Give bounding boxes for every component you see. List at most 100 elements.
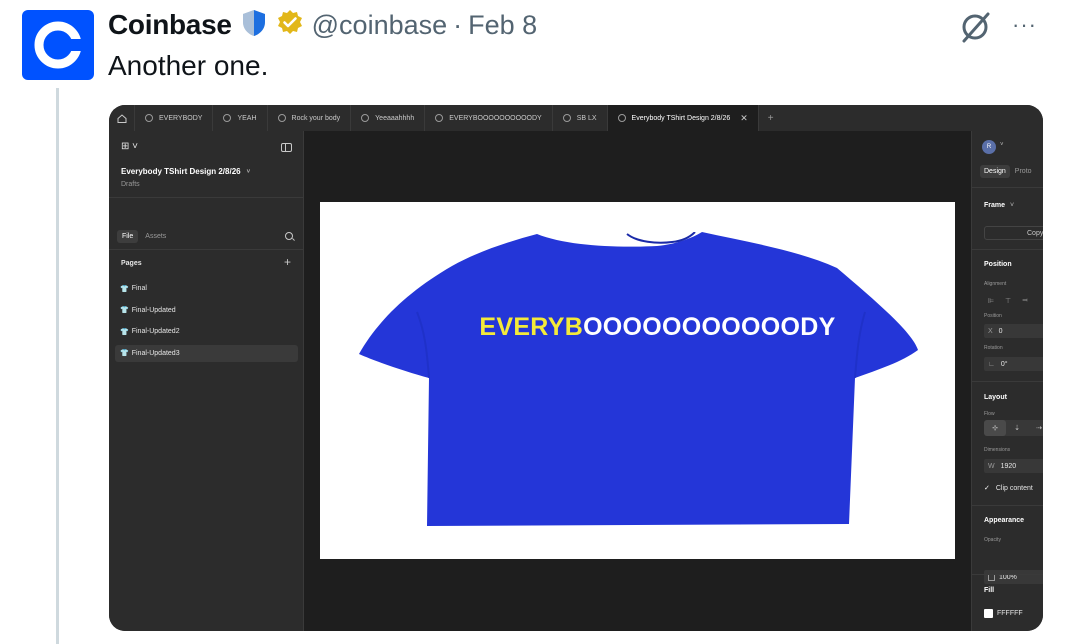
width-field[interactable]: W 1920 — [984, 459, 1043, 473]
tab-design[interactable]: Design — [980, 165, 1010, 178]
flow-label: Flow — [984, 411, 995, 417]
close-tab-icon[interactable]: ✕ — [740, 113, 748, 124]
panel-tabs: File Assets — [117, 230, 173, 243]
layers-panel: ⊞ ˅ Everybody TShirt Design 2/8/26 ˅ Dra… — [109, 131, 304, 631]
shirt-text-highlight: EVERYB — [479, 313, 584, 341]
shirt-print-text[interactable]: EVERYBOOOOOOOOOOODY — [320, 313, 955, 342]
divider — [972, 187, 1043, 188]
page-item-final[interactable]: 👕 Final — [115, 280, 298, 297]
main-menu-icon[interactable]: ⊞ ˅ — [121, 141, 138, 152]
tshirt-graphic[interactable] — [357, 232, 918, 528]
separator-dot: · — [453, 9, 463, 40]
opacity-field[interactable]: 100% — [984, 570, 1043, 584]
rotation-field[interactable]: ∟ 0° — [984, 357, 1043, 371]
app-tab-bar: EVERYBODY YEAH Rock your body Yeeaaahhhh… — [109, 105, 1043, 131]
file-icon — [361, 114, 370, 122]
tab-everybody-tshirt-design[interactable]: Everybody TShirt Design 2/8/26 ✕ — [607, 105, 759, 131]
tab-yeeaaahhhh[interactable]: Yeeaaahhhh — [351, 105, 426, 131]
shirt-text-rest: OOOOOOOOOOODY — [583, 313, 836, 341]
file-name: Everybody TShirt Design 2/8/26 — [121, 167, 241, 176]
clip-content-checkbox[interactable]: ✓ Clip content — [984, 484, 1033, 493]
page-item-final-updated3[interactable]: 👕 Final-Updated3 — [115, 344, 298, 362]
display-name[interactable]: Coinbase — [108, 9, 232, 41]
fill-swatch[interactable] — [984, 608, 993, 618]
file-icon — [562, 114, 571, 122]
handle[interactable]: @coinbase — [312, 10, 448, 41]
fill-heading: Fill — [984, 587, 995, 594]
media-image[interactable]: EVERYBODY YEAH Rock your body Yeeaaahhhh… — [109, 105, 1043, 631]
flow-toggle[interactable]: ⊹ ⇣ ⇢ — [984, 420, 1043, 436]
layout-heading: Layout — [984, 394, 1007, 401]
pages-heading: Pages — [121, 260, 142, 267]
tshirt-icon: 👕 — [120, 307, 129, 314]
post-date[interactable]: Feb 8 — [468, 10, 537, 41]
align-right-icon[interactable]: ⫤ — [1018, 295, 1032, 307]
fill-field[interactable]: FFFFFF — [984, 606, 1043, 620]
project-name[interactable]: Drafts — [121, 181, 140, 188]
position-sub-label: Position — [984, 313, 1002, 319]
add-page-button[interactable]: + — [284, 255, 291, 269]
opacity-label: Opacity — [984, 537, 1001, 543]
toggle-sidebar-icon[interactable] — [281, 143, 292, 152]
file-icon — [435, 114, 444, 122]
coinbase-avatar[interactable] — [22, 10, 94, 80]
properties-panel: R ˅ Design Proto Frame ˅ Copy t Position… — [971, 131, 1043, 631]
divider — [109, 249, 304, 250]
file-icon — [223, 114, 232, 122]
tweet-text: Another one. — [108, 50, 269, 81]
file-icon — [277, 114, 286, 122]
divider — [109, 197, 304, 198]
tab-everybody[interactable]: EVERYBODY — [135, 105, 214, 131]
artboard-frame[interactable]: EVERYBOOOOOOOOOOODY — [320, 202, 955, 559]
design-canvas[interactable]: EVERYBOOOOOOOOOOODY — [304, 131, 971, 631]
tab-yeah[interactable]: YEAH — [213, 105, 268, 131]
grok-icon[interactable] — [958, 10, 994, 49]
new-tab-button[interactable]: + — [759, 105, 783, 131]
dimensions-label: Dimensions — [984, 447, 1011, 453]
tab-prototype[interactable]: Proto — [1011, 165, 1036, 178]
properties-tabs: Design Proto — [980, 165, 1037, 178]
divider — [972, 381, 1043, 382]
coinbase-logo-icon — [34, 21, 82, 69]
chevron-down-icon[interactable]: ˅ — [1000, 142, 1004, 148]
shield-badge-icon — [240, 8, 268, 43]
alignment-label: Alignment — [984, 281, 1007, 287]
pages-list: 👕 Final 👕 Final-Updated 👕 Final-Updated2 👕 F… — [115, 280, 298, 366]
tab-sb-lx[interactable]: SB LX — [553, 105, 608, 131]
page-item-final-updated2[interactable]: 👕 Final-Updated2 — [115, 323, 298, 340]
horizontal-flow-icon[interactable]: ⇢ — [1028, 420, 1043, 436]
thread-line — [56, 88, 59, 644]
tshirt-icon: 👕 — [120, 285, 129, 293]
vertical-flow-icon[interactable]: ⇣ — [1006, 420, 1028, 436]
rotation-label: Rotation — [984, 345, 1003, 351]
appearance-heading: Appearance — [984, 517, 1025, 524]
user-avatar[interactable]: R — [982, 140, 996, 154]
align-left-icon[interactable]: ⊫ — [984, 295, 998, 307]
page-item-final-updated[interactable]: 👕 Final-Updated — [115, 302, 298, 319]
alignment-controls: ⊫ ⊤ ⫤ — [984, 295, 1035, 307]
file-icon — [145, 114, 153, 122]
tab-file[interactable]: File — [117, 230, 139, 243]
divider — [972, 249, 1043, 250]
tab-assets[interactable]: Assets — [140, 230, 171, 243]
more-options-icon[interactable]: ··· — [1012, 12, 1037, 38]
file-icon — [617, 114, 626, 122]
tweet-header: Coinbase @coinbase · Feb 8 — [108, 8, 537, 42]
tshirt-icon: 👕 — [120, 328, 129, 336]
x-position-field[interactable]: X0 — [984, 324, 1043, 338]
search-icon[interactable] — [285, 232, 293, 240]
divider — [972, 574, 1043, 575]
copy-button[interactable]: Copy t — [984, 226, 1043, 240]
home-icon[interactable] — [109, 105, 135, 131]
verified-badge-icon — [276, 9, 304, 42]
frame-section-heading[interactable]: Frame ˅ — [984, 202, 1014, 209]
position-heading: Position — [984, 261, 1012, 268]
tshirt-icon: 👕 — [120, 350, 129, 357]
tab-rock-your-body[interactable]: Rock your body — [268, 105, 352, 131]
align-center-icon[interactable]: ⊤ — [1001, 295, 1015, 307]
divider — [972, 505, 1043, 506]
checkmark-icon: ✓ — [984, 485, 990, 492]
tab-everyboooody[interactable]: EVERYBOOOOOOOOOODY — [425, 105, 553, 131]
freeform-flow-icon[interactable]: ⊹ — [984, 420, 1006, 436]
file-name-button[interactable]: Everybody TShirt Design 2/8/26 ˅ — [119, 164, 279, 179]
